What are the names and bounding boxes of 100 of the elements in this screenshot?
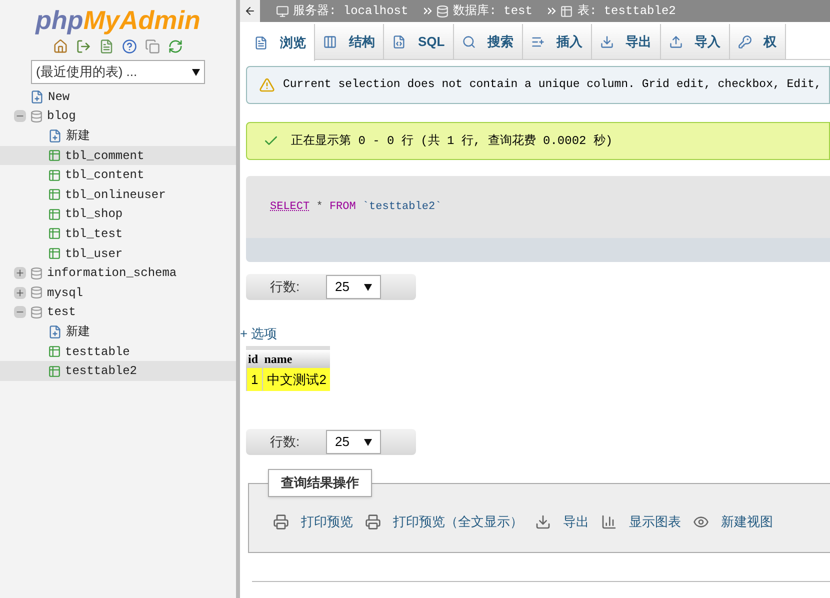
tree-item[interactable]: test <box>0 302 236 322</box>
reload-icon[interactable] <box>168 38 183 54</box>
breadcrumb-link[interactable]: 表: testtable2 <box>577 2 676 20</box>
collapse-icon[interactable] <box>14 306 26 318</box>
caret-icon <box>364 284 372 290</box>
chart-icon <box>601 514 617 530</box>
table-icon <box>48 208 61 221</box>
expand-icon[interactable] <box>14 267 26 280</box>
new-icon <box>48 324 62 339</box>
tree-label: tbl_user <box>65 246 123 263</box>
tree-item[interactable]: blog <box>0 106 236 126</box>
search-icon <box>462 34 476 48</box>
operation-link[interactable]: 导出 <box>535 512 589 532</box>
tree-item[interactable]: mysql <box>0 282 236 303</box>
tab[interactable]: 插入 <box>522 24 592 59</box>
tree-item[interactable]: tbl_user <box>0 244 236 264</box>
print-icon <box>273 514 289 530</box>
tree-item[interactable]: tbl_shop <box>0 204 236 224</box>
chevron-icon <box>424 7 432 15</box>
caret-icon <box>364 438 372 446</box>
database-icon <box>30 266 43 280</box>
options-link[interactable]: + 选项 <box>240 324 278 344</box>
table-icon <box>48 227 61 240</box>
tree-item[interactable]: New <box>0 87 236 107</box>
tree-item[interactable]: tbl_test <box>0 224 236 244</box>
tree-label: mysql <box>47 284 84 302</box>
back-arrow-icon <box>244 5 256 17</box>
table-icon <box>48 345 61 358</box>
warning-message: Current selection does not contain a unique column. Grid edit, checkbox, Edit, <box>246 66 830 104</box>
table-icon <box>48 247 61 260</box>
tree-item[interactable]: information_schema <box>0 263 236 283</box>
tree-label: tbl_content <box>65 167 144 184</box>
document-icon[interactable] <box>99 38 114 54</box>
tree-label: blog <box>47 108 76 126</box>
export-icon <box>535 514 551 530</box>
tree-label: testtable <box>65 344 130 361</box>
caret-icon <box>192 68 200 76</box>
expand-icon[interactable] <box>14 286 26 299</box>
success-message: 正在显示第 0 - 0 行 (共 1 行, 查询花费 0.0002 秒) <box>246 122 830 160</box>
rows-select[interactable]: 25 <box>326 430 381 454</box>
insert-icon <box>530 34 545 48</box>
export-icon <box>600 34 614 48</box>
operation-link[interactable]: 打印预览（全文显示） <box>365 512 523 532</box>
operation-link[interactable]: 新建视图 <box>693 512 773 532</box>
operation-link[interactable]: 打印预览 <box>273 512 353 532</box>
database-icon <box>30 110 43 123</box>
help-icon[interactable] <box>122 38 137 54</box>
database-icon <box>436 4 450 18</box>
tab[interactable]: 权 <box>730 24 786 59</box>
collapse-icon[interactable] <box>14 110 26 122</box>
tree-item[interactable]: testtable2 <box>0 361 236 381</box>
tree-item[interactable]: 新建 <box>0 322 236 342</box>
tab[interactable]: 导入 <box>660 24 730 59</box>
tree-item[interactable]: 新建 <box>0 126 236 146</box>
tab[interactable]: SQL <box>384 24 454 59</box>
new-icon <box>30 90 44 104</box>
server-icon <box>276 4 289 18</box>
tree-item[interactable]: tbl_comment <box>0 146 236 166</box>
breadcrumb-link[interactable]: 服务器: localhost <box>293 2 408 20</box>
tab[interactable]: 浏览 <box>246 24 315 61</box>
tree-label: tbl_test <box>65 226 123 243</box>
table-icon <box>48 188 61 202</box>
tree-label: 新建 <box>66 128 90 145</box>
database-icon <box>30 286 43 300</box>
browse-icon <box>254 36 268 50</box>
rows-select[interactable]: 25 <box>326 275 381 299</box>
tab[interactable]: 结构 <box>315 24 384 59</box>
tree-label: testtable2 <box>65 363 138 380</box>
tree-item[interactable]: tbl_onlineuser <box>0 184 236 205</box>
tree-item[interactable]: tbl_content <box>0 165 236 185</box>
breadcrumb-link[interactable]: 数据库: test <box>453 2 532 20</box>
tree-label: New <box>48 88 70 106</box>
column-header[interactable]: name <box>262 346 330 368</box>
new-icon <box>48 128 62 143</box>
privileges-icon <box>738 34 752 48</box>
fieldset-legend: 查询结果操作 <box>268 469 372 496</box>
database-icon <box>30 306 43 319</box>
column-header[interactable]: id <box>246 346 262 368</box>
tab[interactable]: 搜索 <box>454 24 523 59</box>
tree-item[interactable]: testtable <box>0 342 236 362</box>
recent-tables-select[interactable]: (最近使用的表) ... <box>31 60 205 84</box>
tree-label: test <box>47 304 76 322</box>
operation-link[interactable]: 显示图表 <box>601 512 681 532</box>
chevron-icon <box>548 7 556 15</box>
copy-icon[interactable] <box>145 38 160 54</box>
back-button[interactable] <box>240 0 260 22</box>
sql-icon <box>392 34 406 48</box>
tree-label: information_schema <box>47 265 177 282</box>
table-icon <box>48 168 61 182</box>
rows-label: 行数: <box>269 278 301 296</box>
structure-icon <box>323 34 337 48</box>
table-icon <box>48 149 61 162</box>
table-icon <box>560 4 574 18</box>
table-cell: 1 <box>246 368 262 391</box>
tree-label: tbl_shop <box>65 206 123 224</box>
home-icon[interactable] <box>53 38 68 54</box>
logo: phpMyAdmin <box>34 4 202 36</box>
tree-label: 新建 <box>66 324 90 341</box>
tab[interactable]: 导出 <box>592 24 661 59</box>
exit-icon[interactable] <box>76 38 91 54</box>
